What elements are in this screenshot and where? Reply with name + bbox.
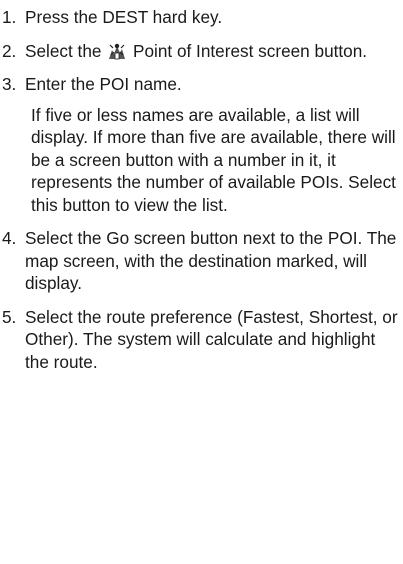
step-3: 3. Enter the POI name. If five or less n…: [2, 73, 403, 216]
step-1: 1. Press the DEST hard key.: [2, 6, 403, 29]
step-2: 2. Select the Point of Interest screen b…: [2, 40, 403, 63]
step-note: If five or less names are available, a l…: [31, 104, 396, 215]
step-text-before-icon: Select the: [25, 40, 102, 61]
step-number: 2.: [2, 40, 17, 61]
step-number: 4.: [2, 228, 17, 248]
step-text: Select the Go screen button next to the …: [25, 228, 397, 293]
step-list: 1. Press the DEST hard key. 2. Select th…: [2, 6, 403, 373]
step-4: 4. Select the Go screen button next to t…: [2, 227, 403, 295]
step-text: Enter the POI name.: [25, 74, 182, 94]
step-number: 3.: [2, 74, 17, 94]
step-text: Press the DEST hard key.: [25, 7, 223, 27]
step-text: Select the Point of Interest screen butt…: [25, 40, 403, 63]
instruction-page: 1. Press the DEST hard key. 2. Select th…: [0, 0, 403, 564]
step-5: 5. Select the route preference (Fastest,…: [2, 306, 403, 374]
step-text-after-icon: Point of Interest screen button.: [133, 40, 368, 61]
point-of-interest-icon: [108, 42, 126, 60]
step-text: Select the route preference (Fastest, Sh…: [25, 306, 398, 372]
step-number: 1.: [2, 7, 17, 27]
step-number: 5.: [2, 306, 17, 327]
